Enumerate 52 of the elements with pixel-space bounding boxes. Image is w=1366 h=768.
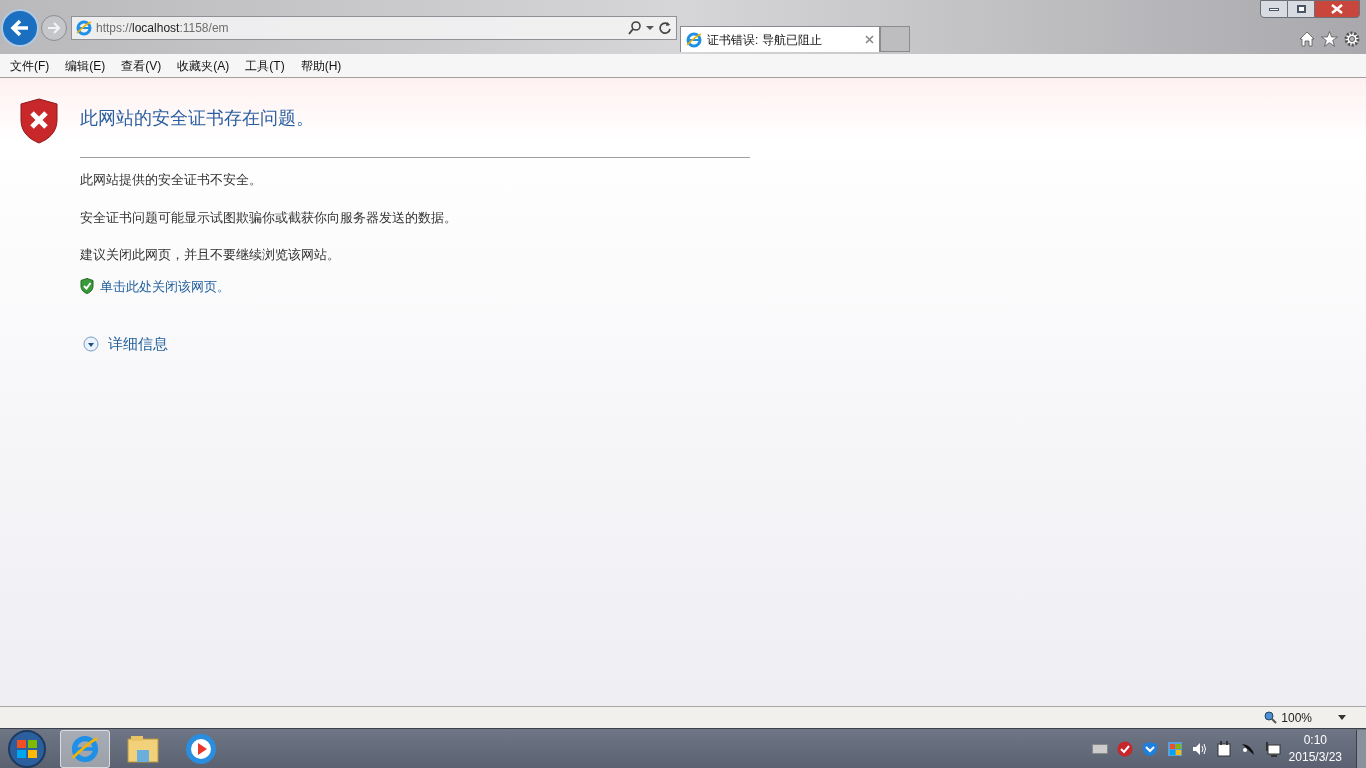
play-icon: [185, 732, 217, 765]
close-page-link[interactable]: 单击此处关闭该网页。: [100, 276, 230, 296]
menu-item[interactable]: 收藏夹(A): [177, 56, 230, 75]
network-icon[interactable]: [1264, 740, 1281, 757]
folder-icon: [127, 734, 159, 763]
close-icon[interactable]: [865, 35, 874, 44]
error-shield-icon: [19, 98, 59, 144]
menu-item[interactable]: 编辑(E): [65, 56, 106, 75]
restore-button[interactable]: [1288, 0, 1314, 18]
shield-icon[interactable]: [1141, 740, 1158, 757]
arrow-right-icon: [47, 22, 61, 34]
arrow-left-icon: [10, 19, 30, 37]
windows-logo-icon: [16, 738, 38, 759]
chevron-circle-icon: [83, 336, 99, 353]
window-flag-icon[interactable]: [1166, 740, 1183, 757]
url-text: https://localhost:1158/em: [96, 20, 229, 37]
show-desktop-button[interactable]: [1356, 729, 1366, 768]
close-button[interactable]: [1314, 0, 1360, 18]
clock-time[interactable]: 0:10: [1303, 731, 1327, 749]
message-text: 建议关闭此网页，并且不要继续浏览该网站。: [80, 246, 341, 264]
dropdown-caret-icon[interactable]: [1338, 715, 1346, 720]
search-icon[interactable]: [628, 21, 642, 35]
settings-icon[interactable]: [1344, 31, 1360, 47]
browser-logo-icon: [686, 31, 702, 48]
browser-logo-icon: [76, 20, 92, 36]
shield-check-icon: [80, 278, 94, 295]
shield-icon[interactable]: [1116, 740, 1133, 757]
menu-item[interactable]: 查看(V): [121, 56, 162, 75]
dropdown-caret-icon[interactable]: [646, 25, 654, 31]
star-icon[interactable]: [1321, 31, 1338, 47]
clock-date[interactable]: 2015/3/23: [1288, 748, 1342, 766]
start-button[interactable]: [8, 729, 46, 768]
message-text: 此网站提供的安全证书不安全。: [80, 171, 263, 189]
minimize-button[interactable]: [1260, 0, 1288, 18]
address-bar[interactable]: https://localhost:1158/em: [71, 16, 677, 40]
menu-item[interactable]: 帮助(H): [300, 56, 342, 75]
zoom-level[interactable]: 100%: [1281, 708, 1312, 727]
home-icon[interactable]: [1299, 31, 1315, 47]
back-button[interactable]: [1, 9, 39, 47]
close-icon: [1331, 4, 1343, 14]
keyboard-icon[interactable]: [1091, 743, 1108, 754]
menu-item[interactable]: 文件(F): [10, 56, 50, 75]
refresh-icon[interactable]: [658, 21, 672, 35]
forward-button[interactable]: [41, 15, 67, 41]
taskbar-app-button[interactable]: [60, 729, 110, 768]
browser-logo-icon: [71, 734, 99, 763]
message-text: 安全证书问题可能显示试图欺骗你或截获你向服务器发送的数据。: [80, 208, 458, 227]
menu-item[interactable]: 工具(T): [245, 56, 285, 75]
browser-tab[interactable]: 证书错误: 导航已阻止: [680, 26, 880, 52]
zoom-icon[interactable]: [1264, 711, 1278, 724]
error-heading: 此网站的安全证书存在问题。: [80, 107, 315, 130]
details-toggle[interactable]: 详细信息: [83, 333, 750, 356]
